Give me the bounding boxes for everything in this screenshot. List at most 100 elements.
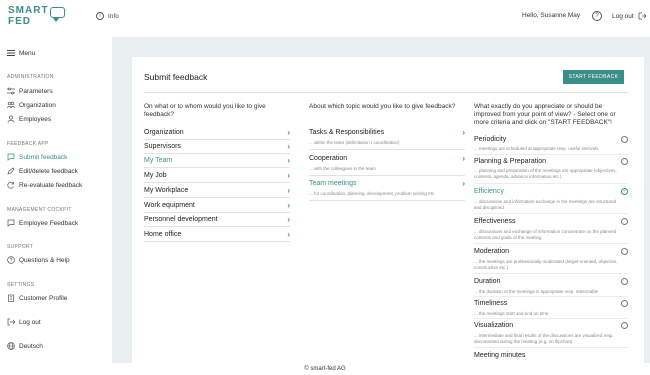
criterion-description: ... planning and preparation of the meet… xyxy=(474,168,617,179)
row-label: Work equipment xyxy=(144,202,195,209)
divider xyxy=(474,183,628,184)
criterion-description: ... discussions and exchange of informat… xyxy=(474,229,617,240)
criterion-checkbox[interactable] xyxy=(621,300,628,307)
feedback-target-work-equipment[interactable]: Work equipment › xyxy=(144,199,290,213)
help-circle-icon xyxy=(7,256,15,264)
start-feedback-button[interactable]: START FEEDBACK xyxy=(563,70,624,84)
criterion-checkbox[interactable] xyxy=(621,248,628,255)
help-icon[interactable]: ? xyxy=(592,11,602,21)
user-icon xyxy=(7,115,15,123)
criterion-visualization[interactable]: Visualization xyxy=(474,322,628,329)
sidebar-item-employee-feedback[interactable]: Employee Feedback xyxy=(7,219,78,227)
language-label: Deutsch xyxy=(19,342,43,350)
criterion-moderation[interactable]: Moderation xyxy=(474,248,628,255)
sidebar-item-label: Organization xyxy=(19,101,56,109)
feedback-target-personnel-development[interactable]: Personnel development › xyxy=(144,213,290,227)
sidebar-item-organization[interactable]: Organization xyxy=(7,101,56,109)
hamburger-icon xyxy=(7,49,15,57)
speech-bubble-icon xyxy=(50,7,65,22)
topic-cooperation[interactable]: Cooperation › xyxy=(309,152,465,165)
chevron-right-icon: › xyxy=(287,171,290,180)
col1-question: On what or to whom would you like to giv… xyxy=(144,103,266,118)
info-link[interactable]: i Info xyxy=(96,12,119,20)
language-switch[interactable]: Deutsch xyxy=(7,342,43,350)
criterion-periodicity[interactable]: Periodicity xyxy=(474,136,628,143)
row-label: Team meetings xyxy=(309,180,357,187)
sidebar-item-edit-delete-feedback[interactable]: Edit/delete feedback xyxy=(7,167,78,175)
row-label: Organization xyxy=(144,129,184,136)
sidebar-item-label: Questions & Help xyxy=(19,256,70,264)
criterion-description: ... the duration of the meetings is appr… xyxy=(474,289,599,294)
menu-label: Menu xyxy=(19,49,36,57)
criterion-description: ... the meetings start and end on time xyxy=(474,311,549,316)
divider xyxy=(474,347,628,348)
criterion-meeting-minutes[interactable]: Meeting minutes xyxy=(474,352,628,359)
criterion-checkbox[interactable] xyxy=(621,278,628,285)
sidebar-item-customer-profile[interactable]: Customer Profile xyxy=(7,294,67,302)
criterion-label: Meeting minutes xyxy=(474,352,526,359)
row-label: Home office xyxy=(144,231,182,238)
divider xyxy=(474,273,628,274)
criterion-effectiveness[interactable]: Effectiveness xyxy=(474,218,628,225)
criterion-timeliness[interactable]: Timeliness xyxy=(474,300,628,307)
col3-question: What exactly do you appreciate or should… xyxy=(474,103,616,126)
sidebar-logout[interactable]: Log out xyxy=(7,318,41,326)
criterion-label: Planning & Preparation xyxy=(474,158,546,165)
criterion-checkbox[interactable] xyxy=(621,158,628,165)
sidebar-item-submit-feedback[interactable]: Submit feedback xyxy=(7,153,67,161)
sidebar-item-reevaluate-feedback[interactable]: Re-evaluate feedback xyxy=(7,181,82,189)
feedback-target-my-job[interactable]: My Job › xyxy=(144,169,290,183)
sidebar-item-label: Customer Profile xyxy=(19,294,68,302)
divider xyxy=(474,296,628,297)
feedback-target-supervisors[interactable]: Supervisors › xyxy=(144,140,290,154)
logout-label: Log out xyxy=(612,12,634,20)
info-label: Info xyxy=(108,12,119,20)
sidebar-item-label: Submit feedback xyxy=(19,153,68,161)
top-bar: SMART FED i Info Hello, Susanne May ? Lo… xyxy=(0,0,650,34)
chevron-right-icon: › xyxy=(287,128,290,137)
feedback-target-home-office[interactable]: Home office › xyxy=(144,228,290,242)
sidebar-item-parameters[interactable]: Parameters xyxy=(7,87,53,95)
chevron-right-icon: › xyxy=(462,154,465,163)
criterion-label: Timeliness xyxy=(474,300,508,307)
feedback-target-my-team[interactable]: My Team › xyxy=(144,154,290,168)
logout-button[interactable]: Log out xyxy=(612,12,646,20)
sidebar-item-questions-help[interactable]: Questions & Help xyxy=(7,256,70,264)
criterion-description: ... the meetings are professionally mode… xyxy=(474,259,618,270)
logo[interactable]: SMART FED xyxy=(8,5,49,27)
page-title: Submit feedback xyxy=(144,72,208,82)
sidebar-item-label: Parameters xyxy=(19,87,53,95)
section-head-feedback-app: FEEDBACK APP xyxy=(7,141,49,147)
criterion-efficiency[interactable]: Efficiency xyxy=(474,187,628,195)
chevron-right-icon: › xyxy=(287,156,290,165)
menu-toggle[interactable]: Menu xyxy=(7,49,35,57)
criterion-checkbox-checked[interactable] xyxy=(621,187,628,195)
criterion-description: ... meetings are scheduled at appropriat… xyxy=(474,146,599,151)
sidebar-item-employees[interactable]: Employees xyxy=(7,115,51,123)
globe-icon xyxy=(7,342,15,350)
chat-icon xyxy=(7,153,15,161)
divider xyxy=(474,213,628,214)
section-head-support: SUPPORT xyxy=(7,244,34,250)
topic-team-meetings[interactable]: Team meetings › xyxy=(309,177,465,190)
criterion-label: Efficiency xyxy=(474,188,504,195)
chevron-right-icon: › xyxy=(462,128,465,137)
topic-description: ... with the colleagues in the team xyxy=(309,166,465,176)
refresh-icon xyxy=(7,181,15,189)
criterion-duration[interactable]: Duration xyxy=(474,278,628,285)
criterion-label: Periodicity xyxy=(474,136,507,143)
col2-question: About which topic would you like to give… xyxy=(309,103,456,110)
criterion-description: ... intermediate and final results of th… xyxy=(474,333,614,344)
criterion-checkbox[interactable] xyxy=(621,136,628,143)
organization-icon xyxy=(7,101,15,109)
section-head-management-cockpit: MANAGEMENT COCKPIT xyxy=(7,207,72,213)
chevron-right-icon: › xyxy=(287,201,290,210)
feedback-target-organization[interactable]: Organization › xyxy=(144,126,290,140)
criterion-checkbox[interactable] xyxy=(621,218,628,225)
topic-tasks-responsibilities[interactable]: Tasks & Responsibilities › xyxy=(309,126,465,139)
feedback-target-my-workplace[interactable]: My Workplace › xyxy=(144,184,290,198)
criterion-label: Visualization xyxy=(474,322,514,329)
criterion-planning-preparation[interactable]: Planning & Preparation xyxy=(474,158,628,165)
criterion-checkbox[interactable] xyxy=(621,322,628,329)
row-label: Cooperation xyxy=(309,155,348,162)
